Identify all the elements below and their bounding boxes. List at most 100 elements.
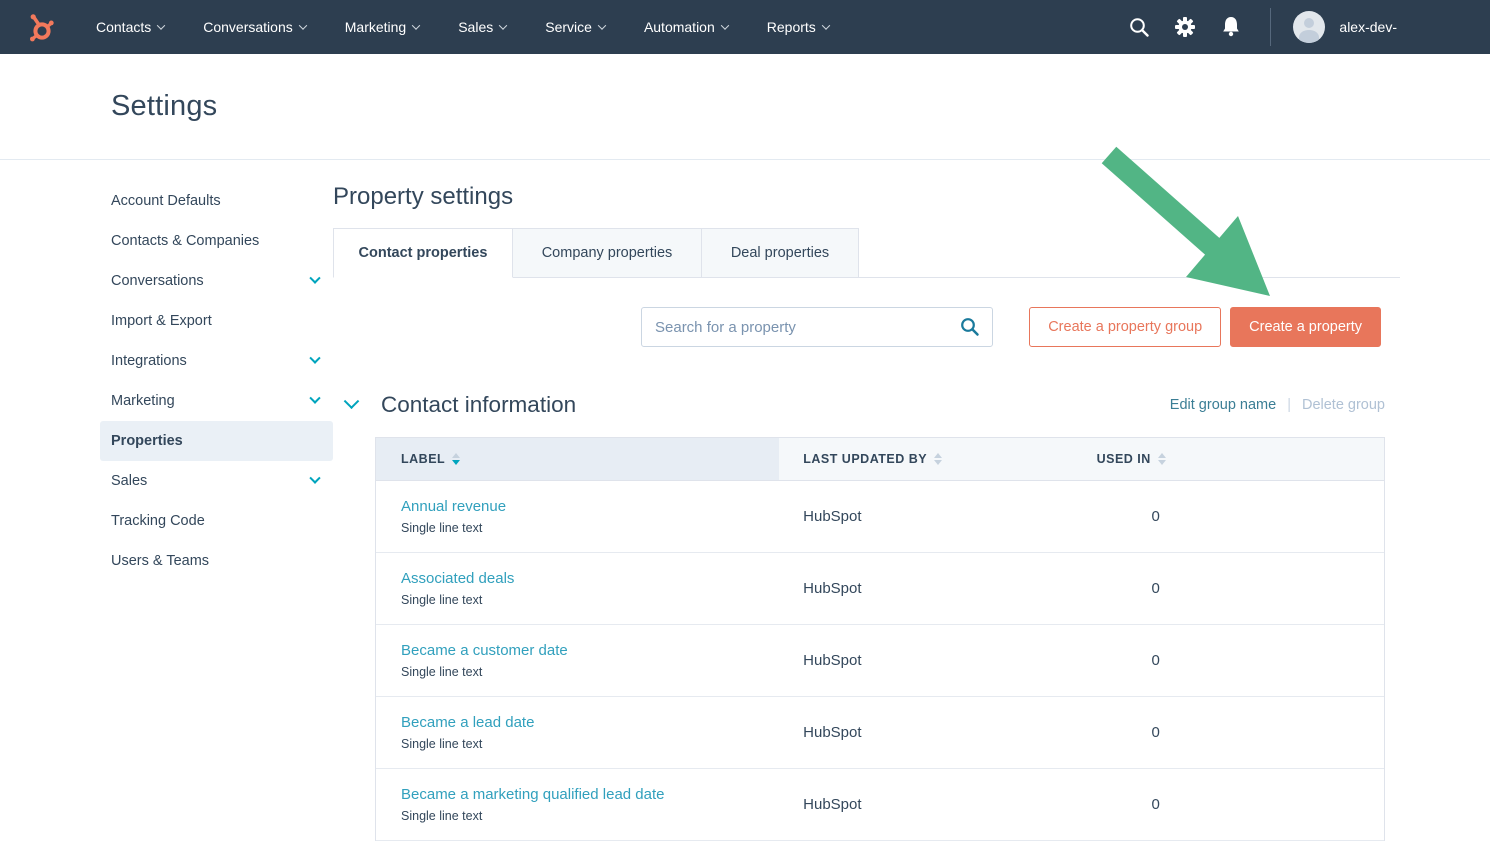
nav-menu-label: Automation	[644, 19, 715, 35]
used-in-cell: 0	[1073, 769, 1384, 840]
navbar-right: alex-dev-	[1116, 8, 1490, 46]
property-tabs: Contact properties Company properties De…	[333, 228, 1400, 278]
chevron-down-icon	[299, 21, 307, 29]
settings-sidebar: Account Defaults Contacts & Companies Co…	[100, 160, 333, 841]
sidebar-item-conversations[interactable]: Conversations	[100, 261, 333, 301]
tab-deal-properties[interactable]: Deal properties	[701, 228, 859, 277]
property-name-link[interactable]: Became a lead date	[401, 714, 534, 731]
nav-menu-sales[interactable]: Sales	[458, 19, 506, 35]
create-property-button[interactable]: Create a property	[1230, 307, 1381, 347]
sidebar-item-marketing[interactable]: Marketing	[100, 381, 333, 421]
page-header: Settings	[0, 54, 1490, 160]
user-name[interactable]: alex-dev-	[1339, 19, 1397, 35]
used-in-cell: 0	[1073, 625, 1384, 696]
sidebar-item-sales[interactable]: Sales	[100, 461, 333, 501]
sidebar-item-properties[interactable]: Properties	[100, 421, 333, 461]
nav-menu-label: Reports	[767, 19, 816, 35]
nav-menu-label: Marketing	[345, 19, 406, 35]
column-header-label[interactable]: Label	[376, 438, 779, 480]
group-header: Contact information Edit group name | De…	[333, 392, 1385, 418]
link-separator: |	[1287, 397, 1291, 413]
nav-menu: Contacts Conversations Marketing Sales S…	[96, 19, 829, 35]
nav-menu-label: Service	[545, 19, 592, 35]
sidebar-item-label: Users & Teams	[111, 553, 209, 569]
updated-by-cell: HubSpot	[779, 481, 1072, 552]
chevron-down-icon	[598, 21, 606, 29]
sidebar-item-contacts-companies[interactable]: Contacts & Companies	[100, 221, 333, 261]
property-name-link[interactable]: Became a marketing qualified lead date	[401, 786, 665, 803]
chevron-down-icon	[309, 273, 320, 284]
sidebar-item-account-defaults[interactable]: Account Defaults	[100, 181, 333, 221]
property-type: Single line text	[401, 593, 482, 607]
nav-menu-conversations[interactable]: Conversations	[203, 19, 306, 35]
search-icon[interactable]	[960, 317, 980, 342]
chevron-down-icon	[499, 21, 507, 29]
tab-contact-properties[interactable]: Contact properties	[333, 228, 513, 278]
gear-icon[interactable]	[1162, 16, 1208, 38]
chevron-down-icon	[412, 21, 420, 29]
nav-menu-label: Conversations	[203, 19, 293, 35]
nav-menu-contacts[interactable]: Contacts	[96, 19, 164, 35]
nav-menu-label: Contacts	[96, 19, 151, 35]
create-property-group-button[interactable]: Create a property group	[1029, 307, 1221, 347]
sidebar-item-label: Contacts & Companies	[111, 233, 259, 249]
property-name-link[interactable]: Became a customer date	[401, 642, 568, 659]
bell-icon[interactable]	[1208, 16, 1254, 38]
column-header-last-updated-by[interactable]: Last updated by	[779, 438, 1072, 480]
property-name-link[interactable]: Annual revenue	[401, 498, 506, 515]
nav-menu-service[interactable]: Service	[545, 19, 605, 35]
nav-menu-marketing[interactable]: Marketing	[345, 19, 419, 35]
sidebar-item-integrations[interactable]: Integrations	[100, 341, 333, 381]
avatar-body	[1299, 30, 1319, 43]
table-row: Became a lead dateSingle line text HubSp…	[376, 697, 1384, 769]
sort-icon	[1158, 453, 1166, 465]
navbar-divider	[1270, 8, 1271, 46]
chevron-down-icon	[309, 353, 320, 364]
column-header-used-in[interactable]: Used in	[1073, 438, 1384, 480]
chevron-down-icon	[309, 393, 320, 404]
property-toolbar: Create a property group Create a propert…	[333, 307, 1381, 347]
chevron-down-icon	[157, 21, 165, 29]
property-name-link[interactable]: Associated deals	[401, 570, 514, 587]
used-in-cell: 0	[1073, 481, 1384, 552]
edit-group-name-link[interactable]: Edit group name	[1170, 397, 1276, 413]
avatar-head	[1304, 18, 1314, 28]
chevron-down-icon	[822, 21, 830, 29]
main-panel: Property settings Contact properties Com…	[333, 160, 1400, 841]
sidebar-item-label: Integrations	[111, 353, 187, 369]
section-heading: Property settings	[333, 183, 1400, 211]
delete-group-link: Delete group	[1302, 397, 1385, 413]
used-in-cell: 0	[1073, 697, 1384, 768]
page-title: Settings	[111, 90, 217, 123]
collapse-chevron-icon[interactable]	[344, 393, 360, 409]
sidebar-item-tracking-code[interactable]: Tracking Code	[100, 501, 333, 541]
sidebar-item-label: Properties	[111, 433, 183, 449]
sidebar-item-label: Conversations	[111, 273, 204, 289]
table-header-row: Label Last updated by Used in	[376, 438, 1384, 481]
used-in-cell: 0	[1073, 553, 1384, 624]
hubspot-logo-icon[interactable]	[27, 13, 54, 42]
nav-menu-automation[interactable]: Automation	[644, 19, 728, 35]
property-type: Single line text	[401, 809, 482, 823]
sidebar-item-import-export[interactable]: Import & Export	[100, 301, 333, 341]
property-type: Single line text	[401, 737, 482, 751]
table-row: Annual revenueSingle line text HubSpot 0	[376, 481, 1384, 553]
sort-icon	[452, 453, 460, 465]
nav-menu-reports[interactable]: Reports	[767, 19, 829, 35]
sidebar-item-users-teams[interactable]: Users & Teams	[100, 541, 333, 581]
search-icon[interactable]	[1116, 17, 1162, 38]
updated-by-cell: HubSpot	[779, 553, 1072, 624]
sort-icon	[934, 453, 942, 465]
properties-table: Label Last updated by Used in Annual rev…	[375, 437, 1385, 841]
top-navbar: Contacts Conversations Marketing Sales S…	[0, 0, 1490, 54]
group-title: Contact information	[381, 392, 576, 418]
updated-by-cell: HubSpot	[779, 625, 1072, 696]
tab-company-properties[interactable]: Company properties	[512, 228, 702, 277]
search-input[interactable]	[641, 307, 993, 347]
table-row: Became a marketing qualified lead date Si…	[376, 769, 1384, 841]
nav-menu-label: Sales	[458, 19, 493, 35]
property-type: Single line text	[401, 665, 482, 679]
avatar[interactable]	[1293, 11, 1325, 43]
table-row: Became a customer date Single line text H…	[376, 625, 1384, 697]
table-row: Associated deals Single line text HubSpot…	[376, 553, 1384, 625]
